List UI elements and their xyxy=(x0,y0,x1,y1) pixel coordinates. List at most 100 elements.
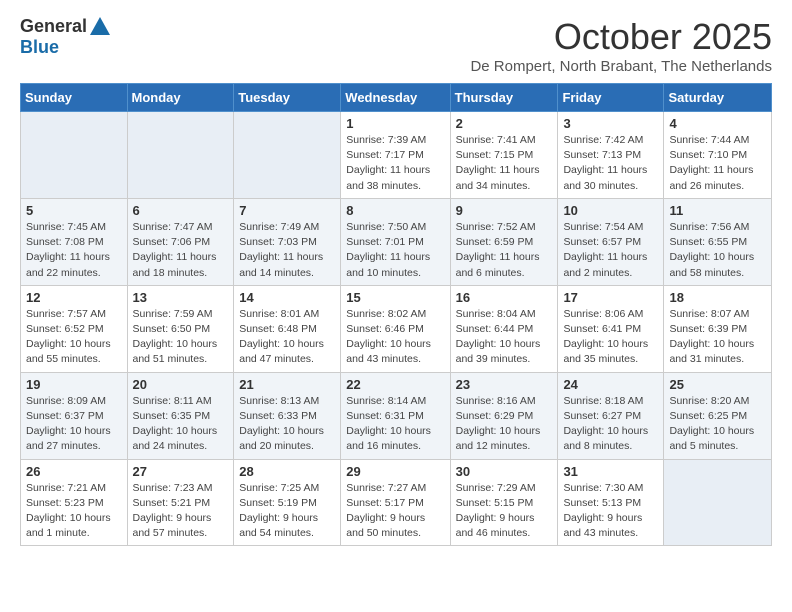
calendar-week-row: 12 Sunrise: 7:57 AM Sunset: 6:52 PM Dayli… xyxy=(21,285,772,372)
calendar-cell: 7Sunrise: 7:49 AM Sunset: 7:03 PM Daylig… xyxy=(234,198,341,285)
day-number: 30 xyxy=(456,464,553,479)
day-number: 24 xyxy=(563,377,658,392)
logo-general-text: General xyxy=(20,16,87,37)
day-info: Sunrise: 8:14 AM Sunset: 6:31 PM Dayligh… xyxy=(346,394,444,455)
day-number: 22 xyxy=(346,377,444,392)
day-number: 19 xyxy=(26,377,122,392)
calendar-cell xyxy=(234,112,341,199)
calendar-cell: 19 Sunrise: 8:09 AM Sunset: 6:37 PM Dayli… xyxy=(21,372,128,459)
day-info: Sunrise: 8:06 AM Sunset: 6:41 PM Dayligh… xyxy=(563,307,658,368)
day-info: Sunrise: 7:47 AM Sunset: 7:06 PM Dayligh… xyxy=(133,220,229,281)
calendar-cell: 21 Sunrise: 8:13 AM Sunset: 6:33 PM Dayli… xyxy=(234,372,341,459)
calendar-week-row: 1 Sunrise: 7:39 AM Sunset: 7:17 PM Daylig… xyxy=(21,112,772,199)
calendar-cell: 11 Sunrise: 7:56 AM Sunset: 6:55 PM Dayli… xyxy=(664,198,772,285)
calendar-week-row: 26Sunrise: 7:21 AM Sunset: 5:23 PM Dayli… xyxy=(21,459,772,546)
calendar-cell: 25Sunrise: 8:20 AM Sunset: 6:25 PM Dayli… xyxy=(664,372,772,459)
calendar-week-row: 19 Sunrise: 8:09 AM Sunset: 6:37 PM Dayli… xyxy=(21,372,772,459)
calendar-week-row: 5 Sunrise: 7:45 AM Sunset: 7:08 PM Daylig… xyxy=(21,198,772,285)
calendar-cell: 30 Sunrise: 7:29 AM Sunset: 5:15 PM Dayli… xyxy=(450,459,558,546)
calendar-cell: 31Sunrise: 7:30 AM Sunset: 5:13 PM Dayli… xyxy=(558,459,664,546)
day-number: 29 xyxy=(346,464,444,479)
day-number: 18 xyxy=(669,290,766,305)
calendar-cell: 20 Sunrise: 8:11 AM Sunset: 6:35 PM Dayli… xyxy=(127,372,234,459)
day-info: Sunrise: 8:16 AM Sunset: 6:29 PM Dayligh… xyxy=(456,394,553,455)
day-number: 27 xyxy=(133,464,229,479)
calendar-cell: 2 Sunrise: 7:41 AM Sunset: 7:15 PM Daylig… xyxy=(450,112,558,199)
calendar-cell: 18 Sunrise: 8:07 AM Sunset: 6:39 PM Dayli… xyxy=(664,285,772,372)
day-number: 7 xyxy=(239,203,335,218)
logo-blue-text: Blue xyxy=(20,37,59,58)
day-number: 11 xyxy=(669,203,766,218)
day-number: 5 xyxy=(26,203,122,218)
calendar-cell: 9Sunrise: 7:52 AM Sunset: 6:59 PM Daylig… xyxy=(450,198,558,285)
day-number: 16 xyxy=(456,290,553,305)
day-info: Sunrise: 7:57 AM Sunset: 6:52 PM Dayligh… xyxy=(26,307,122,368)
calendar-cell: 27 Sunrise: 7:23 AM Sunset: 5:21 PM Dayli… xyxy=(127,459,234,546)
day-info: Sunrise: 7:23 AM Sunset: 5:21 PM Dayligh… xyxy=(133,481,229,542)
day-info: Sunrise: 7:54 AM Sunset: 6:57 PM Dayligh… xyxy=(563,220,658,281)
weekday-header-tuesday: Tuesday xyxy=(234,84,341,112)
calendar-cell: 24 Sunrise: 8:18 AM Sunset: 6:27 PM Dayli… xyxy=(558,372,664,459)
day-info: Sunrise: 7:56 AM Sunset: 6:55 PM Dayligh… xyxy=(669,220,766,281)
calendar-cell: 4Sunrise: 7:44 AM Sunset: 7:10 PM Daylig… xyxy=(664,112,772,199)
calendar-cell: 29 Sunrise: 7:27 AM Sunset: 5:17 PM Dayli… xyxy=(341,459,450,546)
weekday-header-row: SundayMondayTuesdayWednesdayThursdayFrid… xyxy=(21,84,772,112)
weekday-header-friday: Friday xyxy=(558,84,664,112)
month-title: October 2025 xyxy=(470,16,772,58)
day-number: 28 xyxy=(239,464,335,479)
calendar-body: 1 Sunrise: 7:39 AM Sunset: 7:17 PM Daylig… xyxy=(21,112,772,546)
day-info: Sunrise: 7:29 AM Sunset: 5:15 PM Dayligh… xyxy=(456,481,553,542)
calendar-cell xyxy=(664,459,772,546)
calendar-cell: 10 Sunrise: 7:54 AM Sunset: 6:57 PM Dayli… xyxy=(558,198,664,285)
calendar-cell: 3Sunrise: 7:42 AM Sunset: 7:13 PM Daylig… xyxy=(558,112,664,199)
day-number: 14 xyxy=(239,290,335,305)
day-number: 10 xyxy=(563,203,658,218)
day-info: Sunrise: 8:20 AM Sunset: 6:25 PM Dayligh… xyxy=(669,394,766,455)
weekday-header-monday: Monday xyxy=(127,84,234,112)
day-info: Sunrise: 7:59 AM Sunset: 6:50 PM Dayligh… xyxy=(133,307,229,368)
day-number: 2 xyxy=(456,116,553,131)
day-number: 12 xyxy=(26,290,122,305)
day-info: Sunrise: 8:07 AM Sunset: 6:39 PM Dayligh… xyxy=(669,307,766,368)
day-info: Sunrise: 7:44 AM Sunset: 7:10 PM Dayligh… xyxy=(669,133,766,194)
day-info: Sunrise: 7:50 AM Sunset: 7:01 PM Dayligh… xyxy=(346,220,444,281)
day-info: Sunrise: 7:39 AM Sunset: 7:17 PM Dayligh… xyxy=(346,133,444,194)
day-info: Sunrise: 7:30 AM Sunset: 5:13 PM Dayligh… xyxy=(563,481,658,542)
logo-triangle-icon xyxy=(90,17,110,35)
calendar-cell: 15Sunrise: 8:02 AM Sunset: 6:46 PM Dayli… xyxy=(341,285,450,372)
day-info: Sunrise: 8:18 AM Sunset: 6:27 PM Dayligh… xyxy=(563,394,658,455)
calendar-cell: 14 Sunrise: 8:01 AM Sunset: 6:48 PM Dayli… xyxy=(234,285,341,372)
day-info: Sunrise: 8:09 AM Sunset: 6:37 PM Dayligh… xyxy=(26,394,122,455)
day-info: Sunrise: 8:04 AM Sunset: 6:44 PM Dayligh… xyxy=(456,307,553,368)
calendar-cell: 5 Sunrise: 7:45 AM Sunset: 7:08 PM Daylig… xyxy=(21,198,128,285)
calendar-cell: 6Sunrise: 7:47 AM Sunset: 7:06 PM Daylig… xyxy=(127,198,234,285)
day-number: 21 xyxy=(239,377,335,392)
weekday-header-wednesday: Wednesday xyxy=(341,84,450,112)
calendar-cell: 16 Sunrise: 8:04 AM Sunset: 6:44 PM Dayli… xyxy=(450,285,558,372)
title-block: October 2025 De Rompert, North Brabant, … xyxy=(470,16,772,75)
day-info: Sunrise: 7:42 AM Sunset: 7:13 PM Dayligh… xyxy=(563,133,658,194)
day-info: Sunrise: 8:11 AM Sunset: 6:35 PM Dayligh… xyxy=(133,394,229,455)
day-info: Sunrise: 7:41 AM Sunset: 7:15 PM Dayligh… xyxy=(456,133,553,194)
weekday-header-sunday: Sunday xyxy=(21,84,128,112)
day-number: 23 xyxy=(456,377,553,392)
day-number: 1 xyxy=(346,116,444,131)
weekday-header-saturday: Saturday xyxy=(664,84,772,112)
calendar-cell xyxy=(127,112,234,199)
calendar-cell: 26Sunrise: 7:21 AM Sunset: 5:23 PM Dayli… xyxy=(21,459,128,546)
day-info: Sunrise: 8:13 AM Sunset: 6:33 PM Dayligh… xyxy=(239,394,335,455)
calendar-cell: 28Sunrise: 7:25 AM Sunset: 5:19 PM Dayli… xyxy=(234,459,341,546)
calendar-cell: 23 Sunrise: 8:16 AM Sunset: 6:29 PM Dayli… xyxy=(450,372,558,459)
day-info: Sunrise: 7:45 AM Sunset: 7:08 PM Dayligh… xyxy=(26,220,122,281)
location-subtitle: De Rompert, North Brabant, The Netherlan… xyxy=(470,58,772,75)
day-number: 26 xyxy=(26,464,122,479)
day-info: Sunrise: 7:52 AM Sunset: 6:59 PM Dayligh… xyxy=(456,220,553,281)
calendar-cell: 12 Sunrise: 7:57 AM Sunset: 6:52 PM Dayli… xyxy=(21,285,128,372)
day-info: Sunrise: 8:01 AM Sunset: 6:48 PM Dayligh… xyxy=(239,307,335,368)
day-number: 20 xyxy=(133,377,229,392)
page-header: General Blue October 2025 De Rompert, No… xyxy=(20,16,772,75)
day-info: Sunrise: 7:27 AM Sunset: 5:17 PM Dayligh… xyxy=(346,481,444,542)
logo: General Blue xyxy=(20,16,110,58)
calendar-cell: 22 Sunrise: 8:14 AM Sunset: 6:31 PM Dayli… xyxy=(341,372,450,459)
calendar-cell: 1 Sunrise: 7:39 AM Sunset: 7:17 PM Daylig… xyxy=(341,112,450,199)
